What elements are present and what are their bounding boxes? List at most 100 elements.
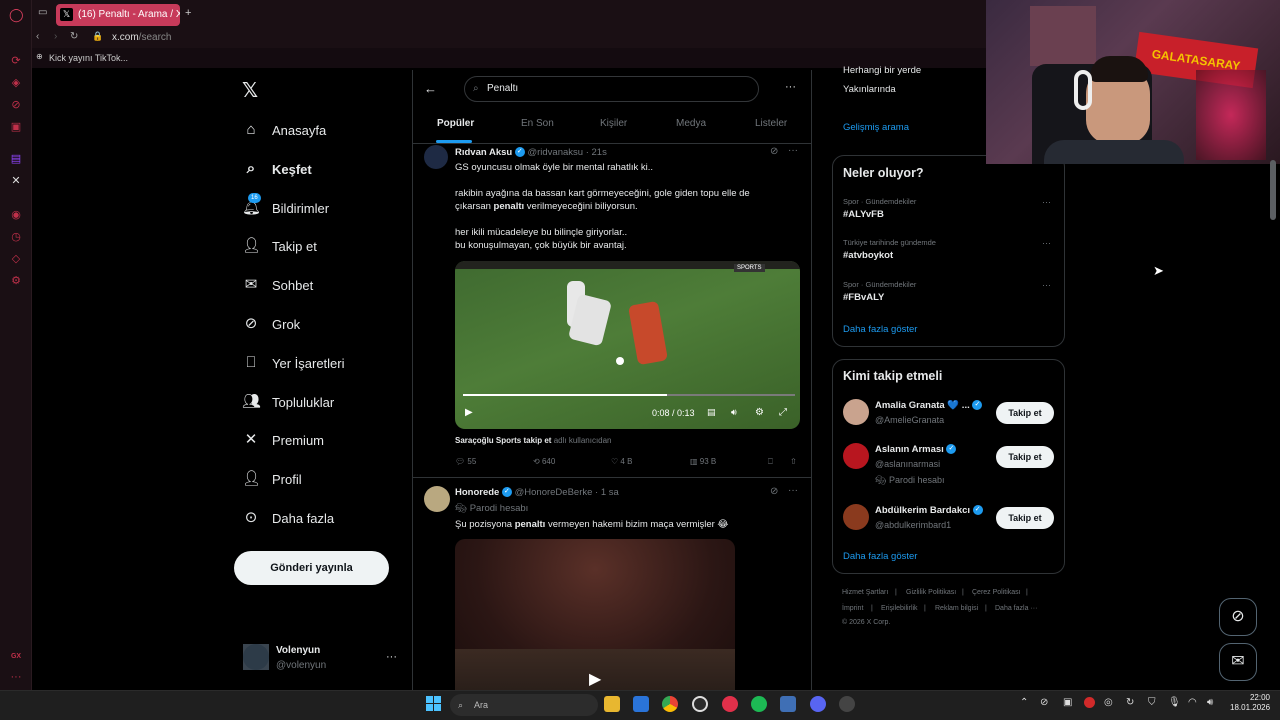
play-icon[interactable]: ▶ <box>589 669 601 689</box>
tray-record-icon[interactable] <box>1084 697 1095 708</box>
rail-more-icon[interactable]: ··· <box>9 670 23 684</box>
nav-explore[interactable]: ⌕ Keşfet <box>242 154 312 184</box>
page-scrollbar[interactable] <box>1270 160 1276 220</box>
suggestion-name[interactable]: Abdülkerim Bardakcı ✓ <box>875 505 983 516</box>
bookmark-item[interactable]: Kick yayını TikTok... <box>49 53 128 63</box>
nav-follow[interactable]: 👤︎ Takip et <box>242 231 317 261</box>
new-tab-button[interactable]: + <box>185 7 191 19</box>
tab-manager-icon[interactable]: ▭ <box>38 7 47 18</box>
footer-accessibility[interactable]: Erişilebilirlik <box>881 605 918 612</box>
taskbar-search-input[interactable]: ⌕ Ara <box>450 694 598 716</box>
footer-more[interactable]: Daha fazla ··· <box>995 605 1037 612</box>
footer-imprint[interactable]: İmprint <box>842 605 863 612</box>
account-more-icon[interactable]: ··· <box>386 651 397 663</box>
footer-terms[interactable]: Hizmet Şartları <box>842 589 888 596</box>
follow-button[interactable]: Takip et <box>996 446 1054 468</box>
bookmarks-sidebar-icon[interactable]: ◇ <box>9 252 23 266</box>
x-logo-icon[interactable]: 𝕏 <box>242 78 258 103</box>
follow-button[interactable]: Takip et <box>996 507 1054 529</box>
opera-gx-icon[interactable] <box>722 696 738 712</box>
settings-icon[interactable]: ⚙ <box>9 274 23 288</box>
player-icon[interactable]: ▣ <box>9 120 23 134</box>
location-option[interactable]: Yakınlarında <box>843 84 896 95</box>
spotify-icon[interactable] <box>751 696 767 712</box>
tweet-time[interactable]: · 21s <box>586 147 607 158</box>
back-icon[interactable]: ‹ <box>36 31 39 42</box>
x-sidebar-icon[interactable]: ✕ <box>9 174 23 188</box>
tweet-handle[interactable]: @HonoreDeBerke <box>515 487 593 498</box>
app-icon[interactable] <box>780 696 796 712</box>
suggestion-avatar[interactable] <box>843 443 869 469</box>
tray-wifi-icon[interactable]: ◠ <box>1188 697 1197 708</box>
fullscreen-icon[interactable]: ⤢ <box>779 407 787 418</box>
video-source[interactable]: Saraçoğlu Sports takip et adlı kullanıcı… <box>455 436 612 445</box>
store-icon[interactable] <box>633 696 649 712</box>
obs-icon[interactable] <box>692 696 708 712</box>
tweet-avatar[interactable] <box>424 145 448 169</box>
views-button[interactable]: ▥ 93 B <box>690 457 716 466</box>
nav-more[interactable]: ⊙ Daha fazla <box>242 503 334 533</box>
grok-fab-button[interactable]: ⊘ <box>1219 598 1257 636</box>
tray-app-icon[interactable]: ▣ <box>1063 697 1072 708</box>
tab-people[interactable]: Kişiler <box>600 118 627 129</box>
footer-cookies[interactable]: Çerez Politikası <box>972 589 1021 596</box>
trend-tag[interactable]: #FBvALY <box>843 292 884 303</box>
search-input[interactable]: ⌕ Penaltı <box>464 76 759 102</box>
share-icon[interactable]: ⇧ <box>790 457 797 466</box>
messages-fab-button[interactable]: ✉ <box>1219 643 1257 681</box>
video-settings-icon[interactable]: ⚙ <box>755 407 764 418</box>
suggestion-name[interactable]: Aslanın Arması ✓ <box>875 444 957 455</box>
nav-communities[interactable]: 👥︎ Topluluklar <box>242 387 334 417</box>
trend-more-icon[interactable]: ··· <box>1042 238 1051 248</box>
trends-show-more[interactable]: Daha fazla göster <box>843 324 917 335</box>
tweet-more-icon[interactable]: ··· <box>788 485 798 496</box>
nav-profile[interactable]: 👤︎ Profil <box>242 464 302 494</box>
tray-mic-icon[interactable]: 🎙︎ <box>1168 697 1181 708</box>
tray-security-icon[interactable]: ⛉ <box>1148 697 1156 708</box>
tweet-more-icon[interactable]: ··· <box>788 145 798 156</box>
location-option[interactable]: Herhangi bir yerde <box>843 65 921 76</box>
play-icon[interactable]: ▶ <box>465 407 473 418</box>
trend-tag[interactable]: #atvboykot <box>843 250 893 261</box>
grok-explain-icon[interactable]: ⊘ <box>770 146 778 157</box>
back-arrow-icon[interactable]: ← <box>424 81 437 96</box>
messenger-icon[interactable]: ⟳ <box>9 54 23 68</box>
tweet-author[interactable]: Honorede <box>455 487 499 498</box>
tray-steam-icon[interactable]: ◎ <box>1104 697 1113 708</box>
nav-grok[interactable]: ⊘ Grok <box>242 309 300 339</box>
reload-icon[interactable]: ↻ <box>70 31 78 42</box>
no-entry-icon[interactable]: ⊘ <box>9 98 23 112</box>
trend-more-icon[interactable]: ··· <box>1042 197 1051 207</box>
tab-latest[interactable]: En Son <box>521 118 554 129</box>
chrome-icon[interactable] <box>662 696 678 712</box>
tab-lists[interactable]: Listeler <box>755 118 787 129</box>
tweet-video[interactable]: SPORTS ▶ 0:08 / 0:13 ▤ 🔊︎ ⚙ ⤢ <box>455 261 800 429</box>
nav-home[interactable]: ⌂ Anasayfa <box>242 115 326 145</box>
tweet-author[interactable]: Rıdvan Aksu <box>455 147 512 158</box>
player-circle-icon[interactable]: ◉ <box>9 208 23 222</box>
suggestion-avatar[interactable] <box>843 399 869 425</box>
trend-tag[interactable]: #ALYvFB <box>843 209 884 220</box>
grok-explain-icon[interactable]: ⊘ <box>770 486 778 497</box>
suggestion-avatar[interactable] <box>843 504 869 530</box>
extension-icon[interactable]: ◈ <box>9 76 23 90</box>
post-button[interactable]: Gönderi yayınla <box>234 551 389 585</box>
nav-bookmarks[interactable]: ⎕ Yer İşaretleri <box>242 348 344 378</box>
tweet-handle[interactable]: @ridvanaksu <box>527 147 583 158</box>
suggestion-name[interactable]: Amalia Granata 💙 ... ✓ <box>875 400 983 411</box>
app-badge-icon[interactable] <box>839 696 855 712</box>
tray-network-off-icon[interactable]: ⊘ <box>1040 697 1048 708</box>
opera-logo-icon[interactable]: ◯ <box>9 8 24 22</box>
history-icon[interactable]: ◷ <box>9 230 23 244</box>
advanced-search-link[interactable]: Gelişmiş arama <box>843 122 909 133</box>
footer-privacy[interactable]: Gizlilik Politikası <box>906 589 956 596</box>
footer-ads-info[interactable]: Reklam bilgisi <box>935 605 978 612</box>
tweet-avatar[interactable] <box>424 486 450 512</box>
trend-more-icon[interactable]: ··· <box>1042 280 1051 290</box>
search-more-icon[interactable]: ··· <box>785 81 796 93</box>
who-show-more[interactable]: Daha fazla göster <box>843 551 917 562</box>
nav-chat[interactable]: ✉ Sohbet <box>242 270 314 300</box>
windows-start-icon[interactable] <box>426 696 441 711</box>
nav-premium[interactable]: ✕ Premium <box>242 425 324 455</box>
like-button[interactable]: ♡ 4 B <box>611 457 632 466</box>
